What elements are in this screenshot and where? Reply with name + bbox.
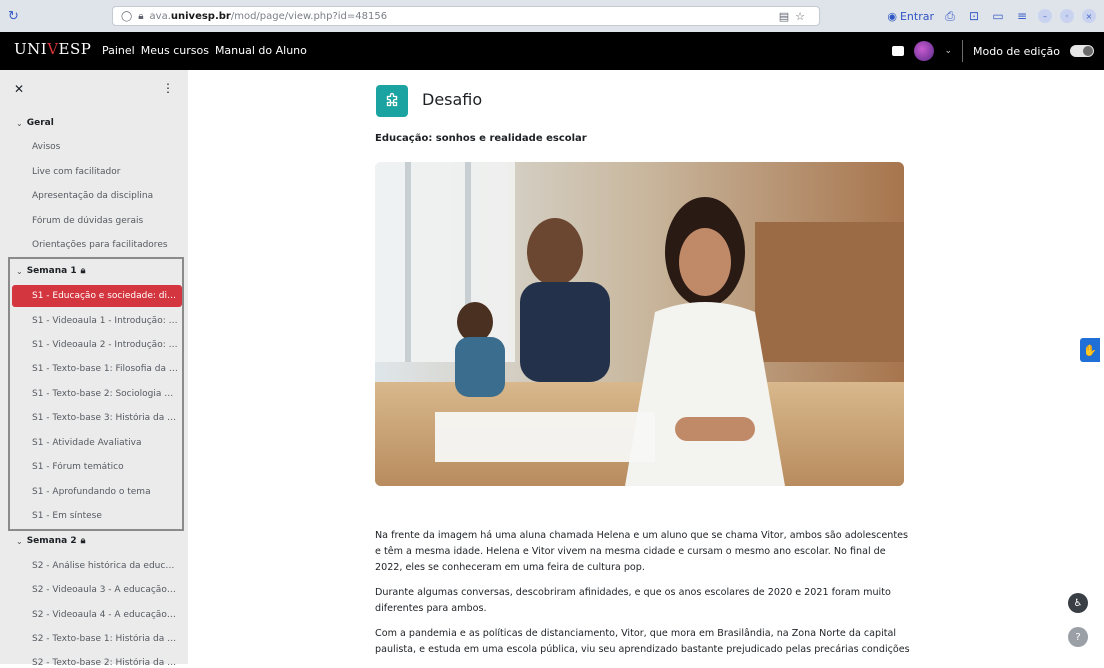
sidebar-item[interactable]: Fórum de dúvidas gerais bbox=[32, 216, 178, 226]
chevron-down-icon[interactable]: ⌄ bbox=[944, 46, 952, 56]
extensions-icon[interactable]: ⎙ bbox=[942, 9, 958, 24]
sidebar-item[interactable]: S2 - Texto-base 1: História da ed... bbox=[32, 634, 178, 644]
paragraph: Durante algumas conversas, descobriram a… bbox=[375, 587, 891, 614]
sidebar-item[interactable]: S1 - Videoaula 1 - Introdução: As ... bbox=[32, 316, 178, 326]
downloads-icon[interactable]: ⊡ bbox=[966, 9, 982, 23]
sidebar-item[interactable]: S2 - Texto-base 2: História da Ed... bbox=[32, 658, 178, 668]
avatar[interactable] bbox=[914, 41, 935, 61]
accessibility-icon[interactable]: ♿︎ bbox=[1068, 593, 1088, 613]
url-prefix: ava. bbox=[149, 10, 171, 22]
shield-icon: ◯ bbox=[121, 10, 133, 22]
nav-actions: ⌄ Modo de edição bbox=[892, 40, 1094, 62]
account-icon: ◉ bbox=[887, 9, 897, 23]
bookmark-star-icon[interactable]: ▤☆ bbox=[779, 10, 811, 23]
browser-toolbar: ↻ ◯ 🔒︎ ava. univesp.br/mod/page/view.php?… bbox=[0, 0, 1104, 32]
section-semana-2[interactable]: ⌄ Semana 2 🔒︎ bbox=[16, 536, 85, 546]
chevron-down-icon: ⌄ bbox=[16, 536, 23, 546]
more-options-icon[interactable]: ⋮ bbox=[162, 81, 174, 95]
paragraph: Com a pandemia e as políticas de distanc… bbox=[375, 628, 910, 655]
menu-icon[interactable]: ≡ bbox=[1014, 9, 1030, 23]
nav-link-meus-cursos[interactable]: Meus cursos bbox=[141, 44, 209, 57]
sidebar-item[interactable]: S1 - Texto-base 3: História da Ed... bbox=[32, 413, 178, 423]
sidebar-item[interactable]: S1 - Atividade Avaliativa bbox=[32, 438, 178, 448]
main-content: Desafio Educação: sonhos e realidade esc… bbox=[188, 70, 1104, 664]
sidebar-item[interactable]: S1 - Aprofundando o tema bbox=[32, 487, 178, 497]
sidebar-item[interactable]: S1 - Texto-base 2: Sociologia da E... bbox=[32, 389, 178, 399]
url-path: /mod/page/view.php?id=48156 bbox=[230, 10, 388, 22]
sidebar-item[interactable]: S2 - Análise histórica da educaçã... bbox=[32, 561, 178, 571]
top-navbar: UNIVESP Painel Meus cursos Manual do Alu… bbox=[0, 32, 1104, 70]
sidebar-item[interactable]: S2 - Videoaula 4 - A educação no ... bbox=[32, 610, 178, 620]
sidebar-item[interactable]: Live com facilitador bbox=[32, 167, 178, 177]
sign-in-button[interactable]: ◉ Entrar bbox=[887, 10, 934, 23]
univesp-logo[interactable]: UNIVESP bbox=[14, 40, 91, 58]
chevron-down-icon: ⌄ bbox=[16, 118, 23, 128]
page-subtitle: Educação: sonhos e realidade escolar bbox=[375, 133, 587, 144]
sidebar-item[interactable]: S1 - Videoaula 2 - Introdução: As ... bbox=[32, 340, 178, 350]
chevron-down-icon: ⌄ bbox=[16, 266, 23, 276]
reload-icon[interactable]: ↻ bbox=[8, 9, 22, 24]
section-geral[interactable]: ⌄ Geral bbox=[16, 118, 54, 128]
browser-actions: ◉ Entrar ⎙ ⊡ ▭ ≡ – ◦ × bbox=[887, 6, 1096, 26]
messages-icon[interactable] bbox=[892, 46, 905, 56]
edit-mode-toggle[interactable] bbox=[1070, 45, 1094, 57]
minimize-icon[interactable]: – bbox=[1038, 9, 1052, 23]
sidebar-item-active[interactable]: S1 - Educação e sociedade: difer... bbox=[32, 291, 178, 301]
hero-image bbox=[375, 162, 904, 486]
sidebar-item[interactable]: Apresentação da disciplina bbox=[32, 191, 178, 201]
restore-icon[interactable]: ◦ bbox=[1060, 9, 1074, 23]
close-window-icon[interactable]: × bbox=[1082, 9, 1096, 23]
sidebar-item[interactable]: S1 - Em síntese bbox=[32, 511, 178, 521]
sidebar-item[interactable]: Avisos bbox=[32, 142, 178, 152]
nav-link-manual[interactable]: Manual do Aluno bbox=[215, 44, 307, 57]
panel-icon[interactable]: ▭ bbox=[990, 9, 1006, 23]
puzzle-icon bbox=[376, 85, 408, 117]
sign-language-icon[interactable]: ✋ bbox=[1080, 338, 1100, 362]
paragraph: Na frente da imagem há uma aluna chamada… bbox=[375, 530, 909, 573]
sidebar-item[interactable]: S1 - Fórum temático bbox=[32, 462, 178, 472]
lock-icon: 🔒︎ bbox=[80, 536, 86, 546]
primary-nav: Painel Meus cursos Manual do Aluno bbox=[102, 44, 307, 57]
lock-icon: 🔒︎ bbox=[80, 266, 86, 276]
section-semana-1[interactable]: ⌄ Semana 1 🔒︎ bbox=[16, 266, 85, 276]
lock-icon: 🔒︎ bbox=[138, 10, 144, 22]
url-domain: univesp.br bbox=[170, 10, 231, 22]
nav-link-painel[interactable]: Painel bbox=[102, 44, 135, 57]
address-bar[interactable]: ◯ 🔒︎ ava. univesp.br/mod/page/view.php?id… bbox=[112, 6, 820, 26]
help-icon[interactable]: ? bbox=[1068, 627, 1088, 647]
sidebar-item[interactable]: Orientações para facilitadores bbox=[32, 240, 178, 250]
sidebar-item[interactable]: S1 - Texto-base 1: Filosofia da Ed... bbox=[32, 364, 178, 374]
course-index-sidebar: ✕ ⋮ ⌄ Geral Avisos Live com facilitador A… bbox=[0, 70, 188, 668]
close-icon[interactable]: ✕ bbox=[14, 82, 24, 96]
page-title: Desafio bbox=[422, 90, 483, 109]
nav-divider bbox=[961, 40, 963, 62]
sidebar-item[interactable]: S2 - Videoaula 3 - A educação no ... bbox=[32, 585, 178, 595]
sign-in-label: Entrar bbox=[899, 9, 934, 23]
edit-mode-label: Modo de edição bbox=[972, 44, 1060, 58]
